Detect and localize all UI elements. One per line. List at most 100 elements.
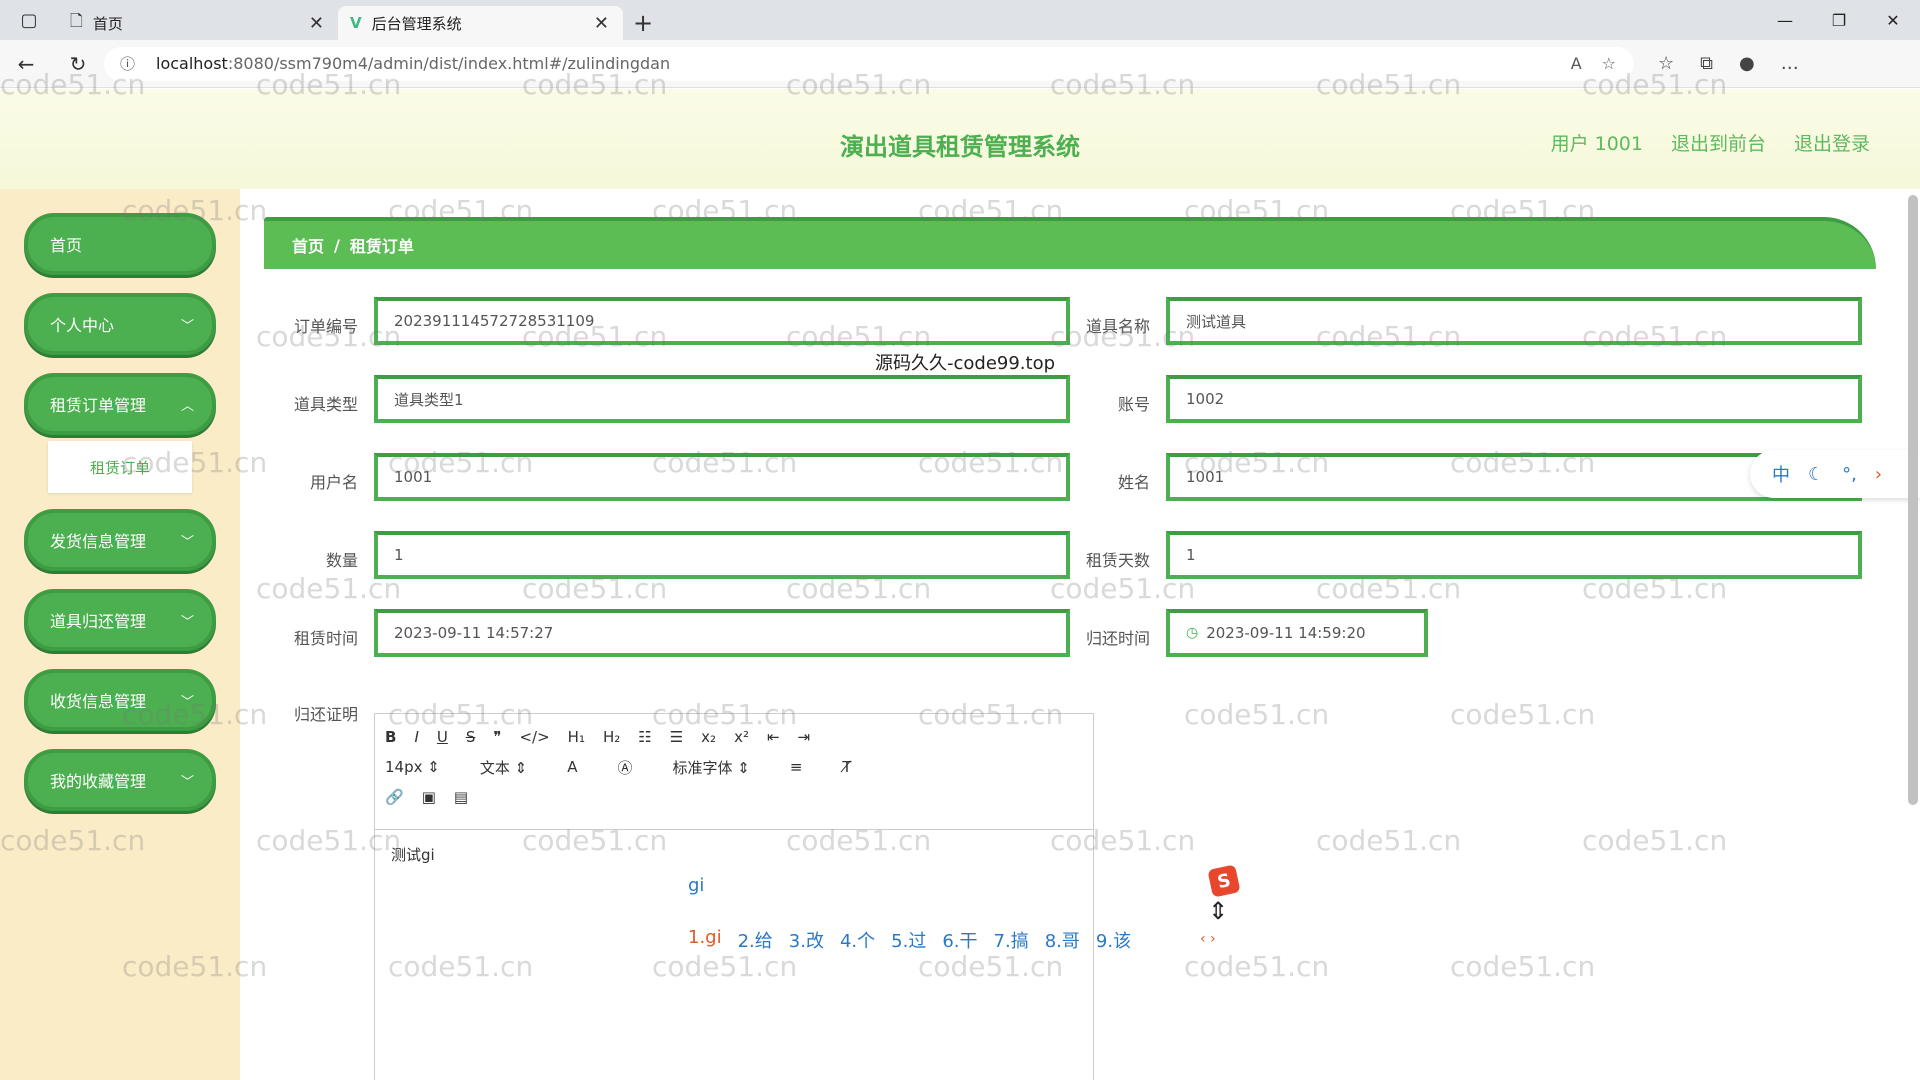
prop-type-input[interactable]: 道具类型1 [374, 375, 1070, 423]
app-title: 演出道具租赁管理系统 [840, 133, 1080, 161]
new-tab-button[interactable]: + [623, 6, 663, 40]
background-color-icon[interactable]: Ⓐ [617, 757, 632, 778]
ime-candidate[interactable]: 5.过 [891, 927, 926, 953]
ordered-list-icon[interactable]: ☷ [638, 728, 651, 746]
quote-icon[interactable]: ❞ [493, 728, 501, 746]
profile-icon[interactable]: ● [1739, 53, 1755, 74]
address-icons: A ☆ [1571, 54, 1634, 73]
outdent-icon[interactable]: ⇤ [767, 728, 780, 746]
restore-icon[interactable]: ❐ [1812, 0, 1866, 40]
user-label: 用户 1001 [1550, 133, 1643, 155]
return-time-picker[interactable]: ◷ 2023-09-11 14:59:20 [1166, 609, 1428, 657]
address-bar[interactable]: ⓘ localhost :8080/ssm790m4/admin/dist/in… [104, 46, 1634, 81]
ime-candidates: 1.gi 2.给 3.改 4.个 5.过 6.干 7.搞 8.哥 9.该 [688, 927, 1131, 953]
ime-language-icon[interactable]: 中 [1772, 461, 1790, 487]
paragraph-select[interactable]: 文本 ⇕ [480, 757, 527, 778]
order-no-label: 订单编号 [293, 317, 358, 336]
indent-icon[interactable]: ⇥ [798, 728, 811, 746]
url-path: :8080/ssm790m4/admin/dist/index.html#/zu… [227, 54, 671, 73]
ime-candidate[interactable]: 2.给 [738, 927, 773, 953]
rent-time-input[interactable]: 2023-09-11 14:57:27 [374, 609, 1070, 657]
ime-candidate[interactable]: 3.改 [789, 927, 824, 953]
video-icon[interactable]: ▤ [454, 788, 468, 806]
page-icon: 🗋 [70, 10, 83, 30]
font-family-select[interactable]: 标准字体 ⇕ [672, 757, 749, 778]
sidebar-item-receiving[interactable]: 收货信息管理 ﹀ [24, 669, 216, 731]
logout-link[interactable]: 退出登录 [1794, 129, 1870, 156]
ime-candidate[interactable]: 9.该 [1096, 927, 1131, 953]
sidebar-item-shipping[interactable]: 发货信息管理 ﹀ [24, 509, 216, 571]
minimize-icon[interactable]: — [1758, 0, 1812, 40]
order-no-input[interactable]: 2023911145727285311​09 [374, 297, 1070, 345]
italic-icon[interactable]: I [414, 728, 418, 746]
close-icon[interactable]: ✕ [309, 13, 324, 34]
ime-candidate[interactable]: 4.个 [840, 927, 875, 953]
favorite-add-icon[interactable]: ☆ [1602, 54, 1616, 73]
sidebar-subitem-rental-order[interactable]: 租赁订单 [48, 441, 192, 493]
browser-toolbar: ← ↻ ⓘ localhost :8080/ssm790m4/admin/dis… [0, 40, 1920, 88]
sidebar-item-rental-orders[interactable]: 租赁订单管理 ︿ [24, 373, 216, 435]
rent-days-input[interactable]: 1 [1166, 531, 1862, 579]
chevron-right-icon[interactable]: › [1875, 464, 1882, 485]
ime-page-arrows-icon[interactable]: ‹ › [1200, 931, 1216, 947]
ime-input-text: gi [688, 875, 705, 896]
ime-status-bar: 中 ☾ °, › [1750, 450, 1920, 498]
align-icon[interactable]: ≡ [790, 758, 803, 776]
prop-type-label: 道具类型 [293, 395, 358, 414]
close-window-icon[interactable]: ✕ [1866, 0, 1920, 40]
moon-icon[interactable]: ☾ [1808, 464, 1824, 485]
vue-icon: V [350, 14, 362, 32]
h2-icon[interactable]: H₂ [603, 728, 620, 746]
more-icon[interactable]: … [1781, 53, 1799, 74]
return-time-label: 归还时间 [1085, 629, 1150, 648]
ime-candidate[interactable]: 1.gi [688, 927, 722, 953]
quantity-input[interactable]: 1 [374, 531, 1070, 579]
ime-candidate[interactable]: 7.搞 [994, 927, 1029, 953]
info-icon[interactable]: ⓘ [120, 53, 146, 74]
sidebar-item-favorites[interactable]: 我的收藏管理 ﹀ [24, 749, 216, 811]
back-icon[interactable]: ← [0, 40, 52, 88]
sidebar-item-label: 个人中心 [50, 316, 115, 335]
prop-name-input[interactable]: 测试道具 [1166, 297, 1862, 345]
back-to-front-link[interactable]: 退出到前台 [1671, 129, 1766, 156]
browser-tab-home[interactable]: 🗋 首页 ✕ [58, 6, 338, 40]
sidebar-item-home[interactable]: 首页 [24, 213, 216, 275]
username-input[interactable]: 1001 [374, 453, 1070, 501]
return-proof-label: 归还证明 [293, 705, 358, 724]
sidebar-item-label: 租赁订单管理 [50, 396, 147, 415]
collections-icon[interactable]: ⧉ [1700, 53, 1713, 74]
subscript-icon[interactable]: x₂ [701, 728, 716, 746]
h1-icon[interactable]: H₁ [568, 728, 585, 746]
image-icon[interactable]: ▣ [422, 788, 436, 806]
browser-tab-admin[interactable]: V 后台管理系统 ✕ [338, 6, 623, 40]
account-input[interactable]: 1002 [1166, 375, 1862, 423]
chevron-down-icon: ﹀ [180, 318, 194, 334]
ime-candidate[interactable]: 6.干 [942, 927, 977, 953]
clear-format-icon[interactable]: T̸ [842, 758, 851, 776]
code-icon[interactable]: </> [519, 728, 549, 746]
ime-candidate[interactable]: 8.哥 [1045, 927, 1080, 953]
bold-icon[interactable]: B [385, 728, 396, 746]
superscript-icon[interactable]: x² [734, 728, 749, 746]
tab-actions-icon[interactable]: ▢ [0, 0, 58, 40]
ime-candidate-window: gi S ⇕ 1.gi 2.给 3.改 4.个 5.过 6.干 7.搞 8.哥 … [654, 857, 1254, 967]
bullet-list-icon[interactable]: ☰ [670, 728, 683, 746]
link-icon[interactable]: 🔗 [385, 788, 404, 806]
font-size-select[interactable]: 14px ⇕ [385, 758, 440, 776]
sidebar-item-personal[interactable]: 个人中心 ﹀ [24, 293, 216, 355]
quantity-label: 数量 [325, 551, 358, 570]
prop-name-label: 道具名称 [1085, 317, 1150, 336]
refresh-icon[interactable]: ↻ [52, 40, 104, 88]
close-icon[interactable]: ✕ [594, 13, 609, 34]
font-color-icon[interactable]: A [567, 758, 577, 776]
punctuation-icon[interactable]: °, [1842, 464, 1857, 485]
page-scrollbar[interactable] [1908, 195, 1918, 805]
sidebar-item-returns[interactable]: 道具归还管理 ﹀ [24, 589, 216, 651]
breadcrumb-home[interactable]: 首页 [292, 233, 324, 257]
favorites-icon[interactable]: ☆ [1658, 53, 1674, 74]
breadcrumb-separator: / [334, 235, 340, 255]
strike-icon[interactable]: S [466, 728, 476, 746]
read-aloud-icon[interactable]: A [1571, 54, 1582, 73]
underline-icon[interactable]: U [437, 728, 448, 746]
return-time-value: 2023-09-11 14:59:20 [1206, 624, 1366, 642]
